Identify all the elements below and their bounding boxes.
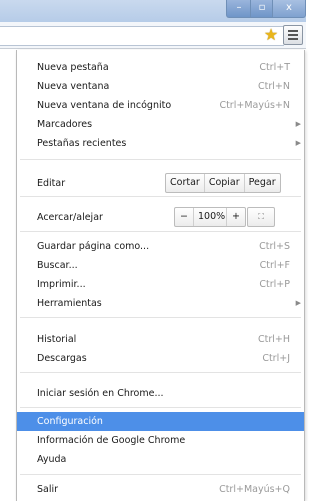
submenu-arrow-icon: ▶ xyxy=(295,299,301,307)
paste-button[interactable]: Pegar xyxy=(243,174,280,192)
chrome-menu-button[interactable] xyxy=(283,25,303,45)
hamburger-line xyxy=(288,38,298,40)
fullscreen-icon: ⛶ xyxy=(258,212,264,221)
zoom-controls: − 100% + xyxy=(174,207,246,227)
window-titlebar: – ▫ x xyxy=(0,0,306,22)
menu-item-label: Información de Google Chrome xyxy=(37,435,186,446)
menu-separator xyxy=(20,317,301,318)
menu-item-shortcut: Ctrl+T xyxy=(259,62,290,73)
menu-item-help[interactable]: Ayuda xyxy=(17,450,304,469)
menu-item-edit: Editar Cortar Copiar Pegar xyxy=(17,173,304,193)
menu-item-shortcut: Ctrl+Mayús+N xyxy=(219,100,290,111)
menu-item-label: Editar xyxy=(37,178,66,189)
menu-separator xyxy=(20,474,301,475)
menu-item-shortcut: Ctrl+N xyxy=(258,81,290,92)
edit-button-group: Cortar Copiar Pegar xyxy=(165,173,281,193)
menu-item-zoom: Acercar/alejar − 100% + ⛶ xyxy=(17,207,304,227)
menu-item-history[interactable]: Historial Ctrl+H xyxy=(17,330,304,349)
close-icon: x xyxy=(286,2,292,13)
menu-item-tools[interactable]: Herramientas ▶ xyxy=(17,294,304,313)
menu-item-bookmarks[interactable]: Marcadores ▶ xyxy=(17,115,304,134)
menu-item-label: Pestañas recientes xyxy=(37,138,127,149)
menu-item-print[interactable]: Imprimir... Ctrl+P xyxy=(17,275,304,294)
minimize-icon: – xyxy=(236,2,242,13)
maximize-button[interactable]: ▫ xyxy=(250,0,274,18)
menu-item-signin[interactable]: Iniciar sesión en Chrome... xyxy=(17,384,304,403)
star-icon[interactable]: ★ xyxy=(262,26,280,44)
menu-item-label: Salir xyxy=(37,484,59,495)
menu-item-label: Buscar... xyxy=(37,260,78,271)
menu-item-save-page[interactable]: Guardar página como... Ctrl+S xyxy=(17,237,304,256)
menu-item-downloads[interactable]: Descargas Ctrl+J xyxy=(17,349,304,368)
menu-item-about[interactable]: Información de Google Chrome xyxy=(17,431,304,450)
copy-button[interactable]: Copiar xyxy=(203,174,244,192)
menu-item-label: Iniciar sesión en Chrome... xyxy=(37,388,164,399)
browser-toolbar: ★ xyxy=(0,22,306,49)
chrome-menu: Nueva pestaña Ctrl+T Nueva ventana Ctrl+… xyxy=(16,50,305,501)
menu-item-label: Herramientas xyxy=(37,298,102,309)
menu-item-label: Marcadores xyxy=(37,119,93,130)
menu-item-exit[interactable]: Salir Ctrl+Mayús+Q xyxy=(17,480,304,499)
close-button[interactable]: x xyxy=(272,0,306,18)
zoom-out-button[interactable]: − xyxy=(175,208,193,226)
menu-item-shortcut: Ctrl+Mayús+Q xyxy=(219,484,290,495)
omnibox[interactable] xyxy=(0,26,284,46)
menu-item-label: Historial xyxy=(37,334,77,345)
minimize-button[interactable]: – xyxy=(226,0,252,18)
menu-item-label: Nueva ventana xyxy=(37,81,110,92)
menu-separator xyxy=(20,372,301,373)
menu-item-label: Nueva ventana de incógnito xyxy=(37,100,172,111)
menu-item-shortcut: Ctrl+J xyxy=(262,353,290,364)
menu-separator xyxy=(20,196,301,197)
cut-button[interactable]: Cortar xyxy=(166,174,204,192)
menu-item-label: Acercar/alejar xyxy=(37,212,103,223)
menu-item-label: Imprimir... xyxy=(37,279,86,290)
menu-item-incognito[interactable]: Nueva ventana de incógnito Ctrl+Mayús+N xyxy=(17,96,304,115)
hamburger-menu-icon xyxy=(288,30,298,32)
fullscreen-button[interactable]: ⛶ xyxy=(247,207,275,227)
menu-item-label: Configuración xyxy=(37,416,103,427)
menu-item-find[interactable]: Buscar... Ctrl+F xyxy=(17,256,304,275)
menu-item-label: Guardar página como... xyxy=(37,241,150,252)
menu-item-new-tab[interactable]: Nueva pestaña Ctrl+T xyxy=(17,58,304,77)
menu-item-new-window[interactable]: Nueva ventana Ctrl+N xyxy=(17,77,304,96)
menu-item-label: Descargas xyxy=(37,353,87,364)
menu-separator xyxy=(20,159,301,160)
zoom-level: 100% xyxy=(193,208,226,226)
submenu-arrow-icon: ▶ xyxy=(295,139,301,147)
maximize-icon: ▫ xyxy=(258,2,266,13)
menu-item-recent-tabs[interactable]: Pestañas recientes ▶ xyxy=(17,134,304,153)
menu-item-shortcut: Ctrl+H xyxy=(257,334,290,345)
menu-separator xyxy=(20,407,301,408)
menu-item-shortcut: Ctrl+F xyxy=(259,260,290,271)
menu-item-shortcut: Ctrl+S xyxy=(259,241,290,252)
menu-separator xyxy=(20,231,301,232)
menu-item-shortcut: Ctrl+P xyxy=(259,279,290,290)
menu-item-label: Nueva pestaña xyxy=(37,62,109,73)
hamburger-line xyxy=(288,34,298,36)
submenu-arrow-icon: ▶ xyxy=(295,120,301,128)
menu-item-label: Ayuda xyxy=(37,454,67,465)
menu-item-settings[interactable]: Configuración xyxy=(17,412,304,431)
zoom-in-button[interactable]: + xyxy=(226,208,245,226)
